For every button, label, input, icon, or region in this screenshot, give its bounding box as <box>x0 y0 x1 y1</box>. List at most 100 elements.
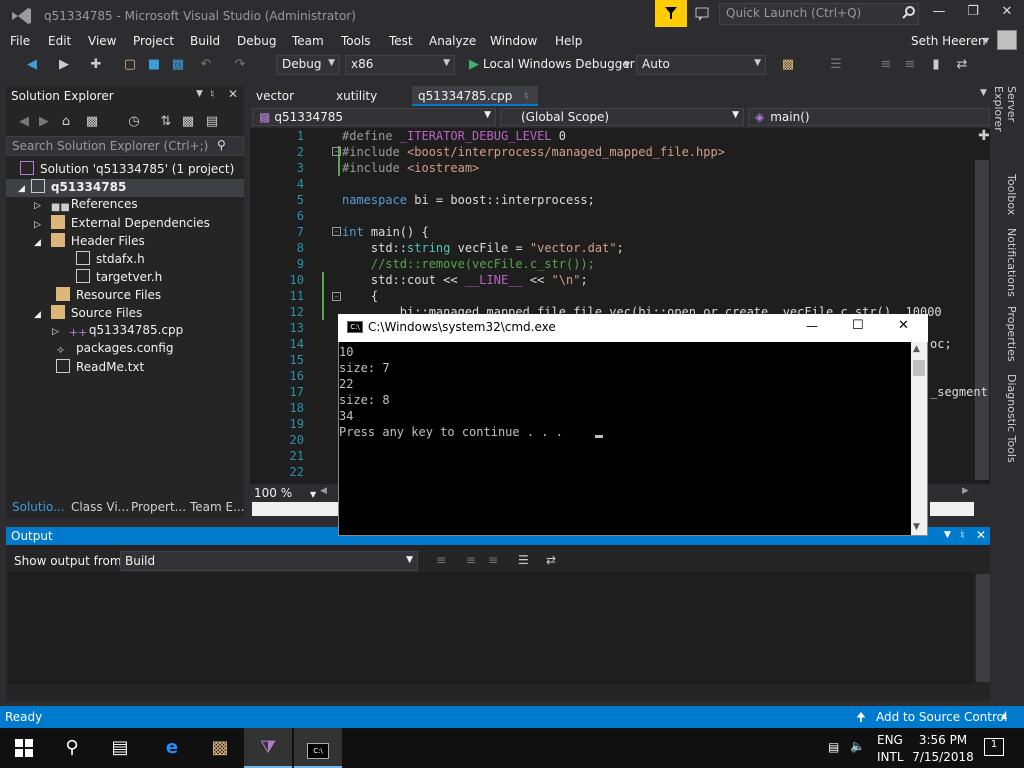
chevron-down-icon[interactable]: ▼ <box>196 89 203 99</box>
keyboard-layout[interactable]: INTL <box>877 750 904 764</box>
pin-icon[interactable]: ♮ <box>960 528 964 542</box>
menu-help[interactable]: Help <box>555 34 582 48</box>
close-icon[interactable]: ✕ <box>976 528 986 542</box>
minimize-button[interactable]: — <box>924 4 954 24</box>
show-all-files-icon[interactable]: ▤ <box>204 114 220 130</box>
attach-icon[interactable]: ▩ <box>780 57 796 73</box>
tree-item-targetver-h[interactable]: targetver.h <box>76 269 162 287</box>
find-box-tail[interactable] <box>930 502 974 516</box>
next-message-icon[interactable]: ≡ <box>488 553 498 567</box>
collapse-all-icon[interactable]: ▩ <box>180 114 196 130</box>
cmd-maximize-button[interactable]: ☐ <box>852 318 864 333</box>
send-feedback-icon[interactable] <box>694 5 712 23</box>
collapse-toggle-icon[interactable]: – <box>332 227 341 236</box>
search-icon[interactable] <box>902 5 916 22</box>
file-explorer-icon[interactable]: ▩ <box>196 728 244 768</box>
tab-solution-explorer[interactable]: Solutio... <box>12 500 65 514</box>
scroll-left-icon[interactable]: ◀ <box>320 486 327 496</box>
word-wrap-icon[interactable]: ⇄ <box>546 553 556 567</box>
tab-team-explorer[interactable]: Team E... <box>190 500 245 514</box>
back-icon[interactable]: ◀ <box>24 57 40 73</box>
tab-class-view[interactable]: Class Vi... <box>71 500 129 514</box>
restore-button[interactable]: ❐ <box>958 4 988 24</box>
input-language[interactable]: ENG <box>877 733 903 747</box>
redo-icon[interactable]: ↷ <box>232 57 248 73</box>
tab-q51334785-cpp[interactable]: q51334785.cpp ♮ ✕ <box>412 86 538 117</box>
output-source-select[interactable]: Build ▼ <box>120 551 418 571</box>
tree-item-packages-config[interactable]: ✧ packages.config <box>56 341 173 359</box>
tab-diagnostic-tools[interactable]: Diagnostic Tools <box>998 374 1018 464</box>
tab-properties[interactable]: Properties <box>998 306 1018 366</box>
collapse-toggle-icon[interactable]: – <box>332 147 341 156</box>
pin-icon[interactable]: ♮ <box>524 89 528 103</box>
menu-project[interactable]: Project <box>133 34 174 48</box>
tree-item-source-files[interactable]: ◢ Source Files <box>34 305 142 323</box>
visual-studio-taskbar-icon[interactable]: ⧩ <box>244 728 292 768</box>
open-folder-icon[interactable]: ▢ <box>122 57 138 73</box>
tab-server-explorer[interactable]: Server Explorer <box>992 86 1018 166</box>
chevron-up-icon[interactable]: ▲ <box>913 344 920 354</box>
menu-view[interactable]: View <box>88 34 116 48</box>
platform-select[interactable]: x86 ▼ <box>345 55 455 75</box>
quick-launch-input[interactable]: Quick Launch (Ctrl+Q) <box>719 3 919 25</box>
undo-icon[interactable]: ↶ <box>198 57 214 73</box>
bookmark-icon[interactable]: ▮ <box>928 57 944 73</box>
close-button[interactable]: ✕ <box>992 4 1022 24</box>
cmd-close-button[interactable]: ✕ <box>898 318 909 333</box>
zoom-select[interactable]: 100 % ▼ <box>254 486 316 500</box>
cmd-icon[interactable]: C:\ <box>347 321 363 333</box>
cmd-taskbar-icon[interactable]: C:\ <box>294 728 342 768</box>
menu-build[interactable]: Build <box>190 34 220 48</box>
sync-icon[interactable]: ⇅ <box>158 114 174 130</box>
history-icon[interactable]: ◷ <box>126 114 142 130</box>
scope-dropdown[interactable]: (Global Scope) ▼ <box>500 108 744 126</box>
back-icon[interactable]: ◀ <box>16 114 32 130</box>
network-icon[interactable]: ▤ <box>828 740 839 754</box>
edge-browser-icon[interactable]: e <box>148 728 196 768</box>
cmd-minimize-button[interactable]: — <box>806 319 818 333</box>
start-button[interactable] <box>0 728 48 768</box>
tree-item-solution[interactable]: Solution 'q51334785' (1 project) <box>20 161 234 179</box>
run-debugger-button[interactable]: Local Windows Debugger <box>483 57 635 71</box>
tree-item-resource-files[interactable]: Resource Files <box>56 287 161 305</box>
split-icon[interactable]: ✚ <box>978 128 990 144</box>
menu-team[interactable]: Team <box>292 34 324 48</box>
tree-item-cpp-file[interactable]: ▷ ++ q51334785.cpp <box>52 323 183 341</box>
tree-item-project[interactable]: ◢ q51334785 <box>6 179 244 197</box>
output-scrollbar[interactable] <box>976 574 990 682</box>
member-dropdown[interactable]: ◈ main() <box>748 108 990 126</box>
menu-tools[interactable]: Tools <box>341 34 371 48</box>
search-icon[interactable]: ⚲ <box>217 138 226 152</box>
menu-analyze[interactable]: Analyze <box>429 34 476 48</box>
home-icon[interactable]: ⌂ <box>58 114 74 130</box>
find-box[interactable] <box>252 502 340 516</box>
tree-item-references[interactable]: ▷ ■■References <box>34 197 138 215</box>
switch-views-icon[interactable]: ▩ <box>84 114 100 130</box>
previous-message-icon[interactable]: ≡ <box>466 553 476 567</box>
clock-date[interactable]: 7/15/2018 <box>910 750 976 764</box>
feedback-button[interactable] <box>655 0 687 27</box>
cmd-scroll-thumb[interactable] <box>913 360 925 376</box>
chevron-down-icon[interactable]: ▼ <box>624 60 630 69</box>
tab-toolbox[interactable]: Toolbox <box>998 174 1018 220</box>
tab-vector[interactable]: vector <box>250 86 300 106</box>
menu-test[interactable]: Test <box>389 34 413 48</box>
output-text-area[interactable] <box>8 572 974 684</box>
chevron-down-icon[interactable]: ▼ <box>944 530 951 540</box>
menu-debug[interactable]: Debug <box>237 34 276 48</box>
avatar[interactable] <box>997 30 1017 50</box>
pin-icon[interactable]: ♮ <box>210 87 214 101</box>
scroll-right-icon[interactable]: ▶ <box>962 486 969 496</box>
user-name[interactable]: Seth Heeren <box>911 34 986 48</box>
menu-window[interactable]: Window <box>490 34 537 48</box>
step-icon[interactable]: ☰ <box>828 57 844 73</box>
forward-icon[interactable]: ▶ <box>36 114 52 130</box>
collapse-toggle-icon[interactable]: – <box>332 292 341 301</box>
run-mode-select[interactable]: Auto ▼ <box>636 55 766 75</box>
tab-xutility[interactable]: xutility <box>330 86 383 106</box>
clock-time[interactable]: 3:56 PM <box>918 733 968 747</box>
editor-scrollbar[interactable] <box>975 160 989 480</box>
tree-item-readme[interactable]: ReadMe.txt <box>56 359 144 377</box>
chevron-down-icon[interactable]: ▼ <box>980 88 987 98</box>
tab-property-manager[interactable]: Propert... <box>131 500 186 514</box>
